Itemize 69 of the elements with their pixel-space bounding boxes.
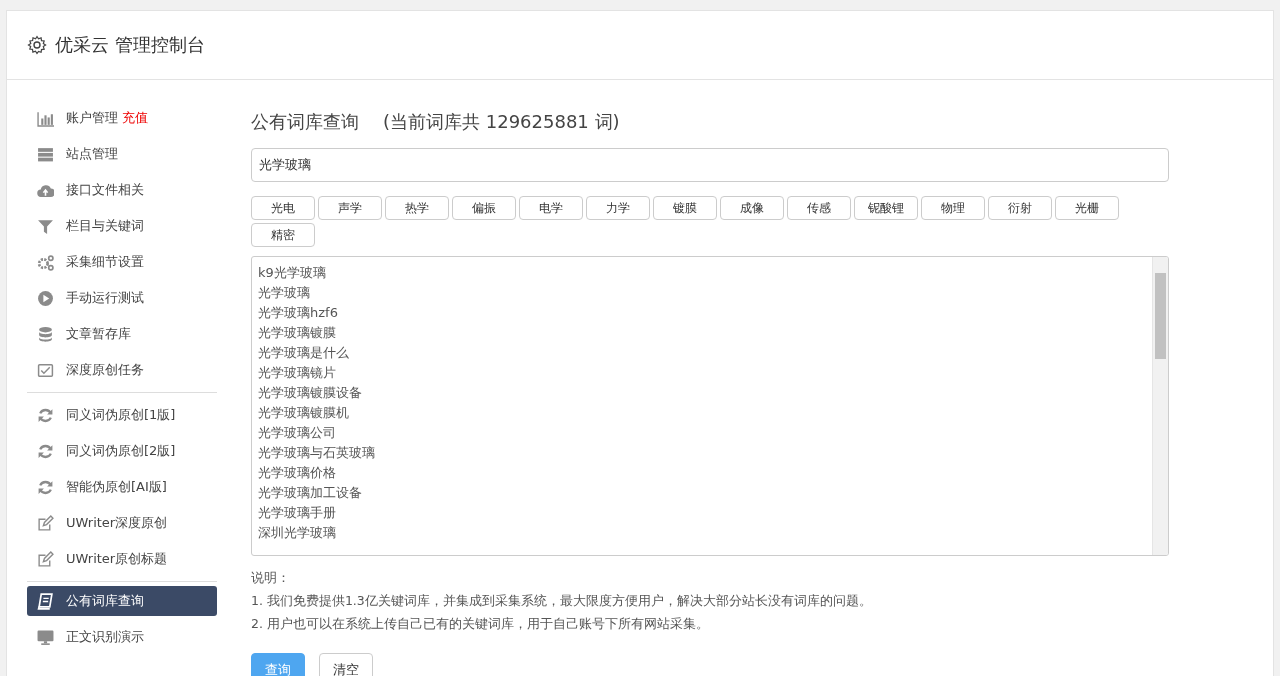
refresh-icon — [37, 478, 54, 496]
tag-button[interactable]: 物理 — [921, 196, 985, 220]
results-listbox[interactable]: k9光学玻璃 光学玻璃 光学玻璃hzf6 光学玻璃镀膜 光学玻璃是什么 光学玻璃镜片 光学玻璃镀膜设备 光学玻璃镀膜机 光学玻璃公司 光学玻璃与石英玻璃 光学玻璃价格 光学玻璃加工设备 光学玻璃手册 深圳光学玻璃 — [251, 256, 1169, 556]
tag-button[interactable]: 成像 — [720, 196, 784, 220]
notes-title: 说明： — [251, 569, 291, 587]
sidebar-item[interactable]: 账户管理 充值 — [27, 100, 217, 136]
result-item[interactable]: 光学玻璃与石英玻璃 — [258, 443, 1146, 463]
result-item[interactable]: 光学玻璃是什么 — [258, 343, 1146, 363]
result-item[interactable]: 光学玻璃镀膜机 — [258, 403, 1146, 423]
sidebar-item[interactable]: UWriter深度原创 — [27, 505, 217, 541]
sidebar-item[interactable]: 公有词库查询 — [27, 586, 217, 616]
result-item[interactable]: 光学玻璃公司 — [258, 423, 1146, 443]
result-item[interactable]: 光学玻璃镜片 — [258, 363, 1146, 383]
recharge-link[interactable]: 充值 — [122, 109, 148, 127]
tag-button[interactable]: 传感 — [787, 196, 851, 220]
gears-icon — [37, 253, 54, 271]
result-item[interactable]: 光学玻璃镀膜 — [258, 323, 1146, 343]
sidebar-item[interactable]: 深度原创任务 — [27, 352, 217, 388]
result-item[interactable]: 光学玻璃价格 — [258, 463, 1146, 483]
result-item[interactable]: 光学玻璃镀膜设备 — [258, 383, 1146, 403]
tag-button[interactable]: 偏振 — [452, 196, 516, 220]
result-item[interactable]: k9光学玻璃 — [258, 263, 1146, 283]
tag-button[interactable]: 力学 — [586, 196, 650, 220]
sidebar-item[interactable]: 采集细节设置 — [27, 244, 217, 280]
result-item[interactable]: 深圳光学玻璃 — [258, 523, 1146, 543]
tag-button[interactable]: 光电 — [251, 196, 315, 220]
clear-button[interactable]: 清空 — [319, 653, 373, 676]
sidebar-item[interactable]: 接口文件相关 — [27, 172, 217, 208]
result-item[interactable]: 光学玻璃手册 — [258, 503, 1146, 523]
sidebar-item[interactable]: 智能伪原创[AI版] — [27, 469, 217, 505]
sidebar-item[interactable]: 站点管理 — [27, 136, 217, 172]
edit-icon — [37, 514, 54, 532]
sidebar-item[interactable]: 栏目与关键词 — [27, 208, 217, 244]
book-icon — [37, 592, 54, 610]
database-icon — [37, 325, 54, 343]
tag-button[interactable]: 光栅 — [1055, 196, 1119, 220]
sidebar-item[interactable]: 文章暂存库 — [27, 316, 217, 352]
note-text: 1. 我们免费提供1.3亿关键词库，并集成到采集系统，最大限度方便用户，解决大部分站长没有词库的问题。 — [251, 592, 873, 610]
scrollbar[interactable] — [1152, 257, 1168, 555]
note-text: 2. 用户也可以在系统上传自己已有的关键词库，用于自己账号下所有网站采集。 — [251, 615, 710, 633]
tag-button[interactable]: 铌酸锂 — [854, 196, 918, 220]
tag-button[interactable]: 镀膜 — [653, 196, 717, 220]
bar-chart-icon — [37, 109, 54, 127]
server-icon — [37, 145, 54, 163]
word-count-note: (当前词库共 129625881 词) — [383, 110, 620, 134]
edit-icon — [37, 550, 54, 568]
result-item[interactable]: 光学玻璃 — [258, 283, 1146, 303]
sidebar-item[interactable]: 同义词伪原创[1版] — [27, 397, 217, 433]
task-icon — [37, 361, 54, 379]
refresh-icon — [37, 442, 54, 460]
tag-button[interactable]: 衍射 — [988, 196, 1052, 220]
tag-button[interactable]: 电学 — [519, 196, 583, 220]
play-icon — [37, 289, 54, 307]
page-title: 公有词库查询 — [251, 110, 359, 134]
sidebar-item[interactable]: UWriter原创标题 — [27, 541, 217, 577]
sidebar-item[interactable]: 正文识别演示 — [27, 619, 217, 655]
refresh-icon — [37, 406, 54, 424]
search-field[interactable]: 光学玻璃 — [251, 148, 1169, 182]
tag-button[interactable]: 精密 — [251, 223, 315, 247]
sidebar-item[interactable]: 同义词伪原创[2版] — [27, 433, 217, 469]
tag-button[interactable]: 声学 — [318, 196, 382, 220]
filter-icon — [37, 217, 54, 235]
monitor-icon — [37, 628, 54, 646]
result-item[interactable]: 光学玻璃加工设备 — [258, 483, 1146, 503]
result-item[interactable]: 光学玻璃hzf6 — [258, 303, 1146, 323]
app-title: 优采云 管理控制台 — [55, 33, 205, 57]
tag-button[interactable]: 热学 — [385, 196, 449, 220]
sidebar-item[interactable]: 手动运行测试 — [27, 280, 217, 316]
settings-icon — [27, 35, 47, 55]
